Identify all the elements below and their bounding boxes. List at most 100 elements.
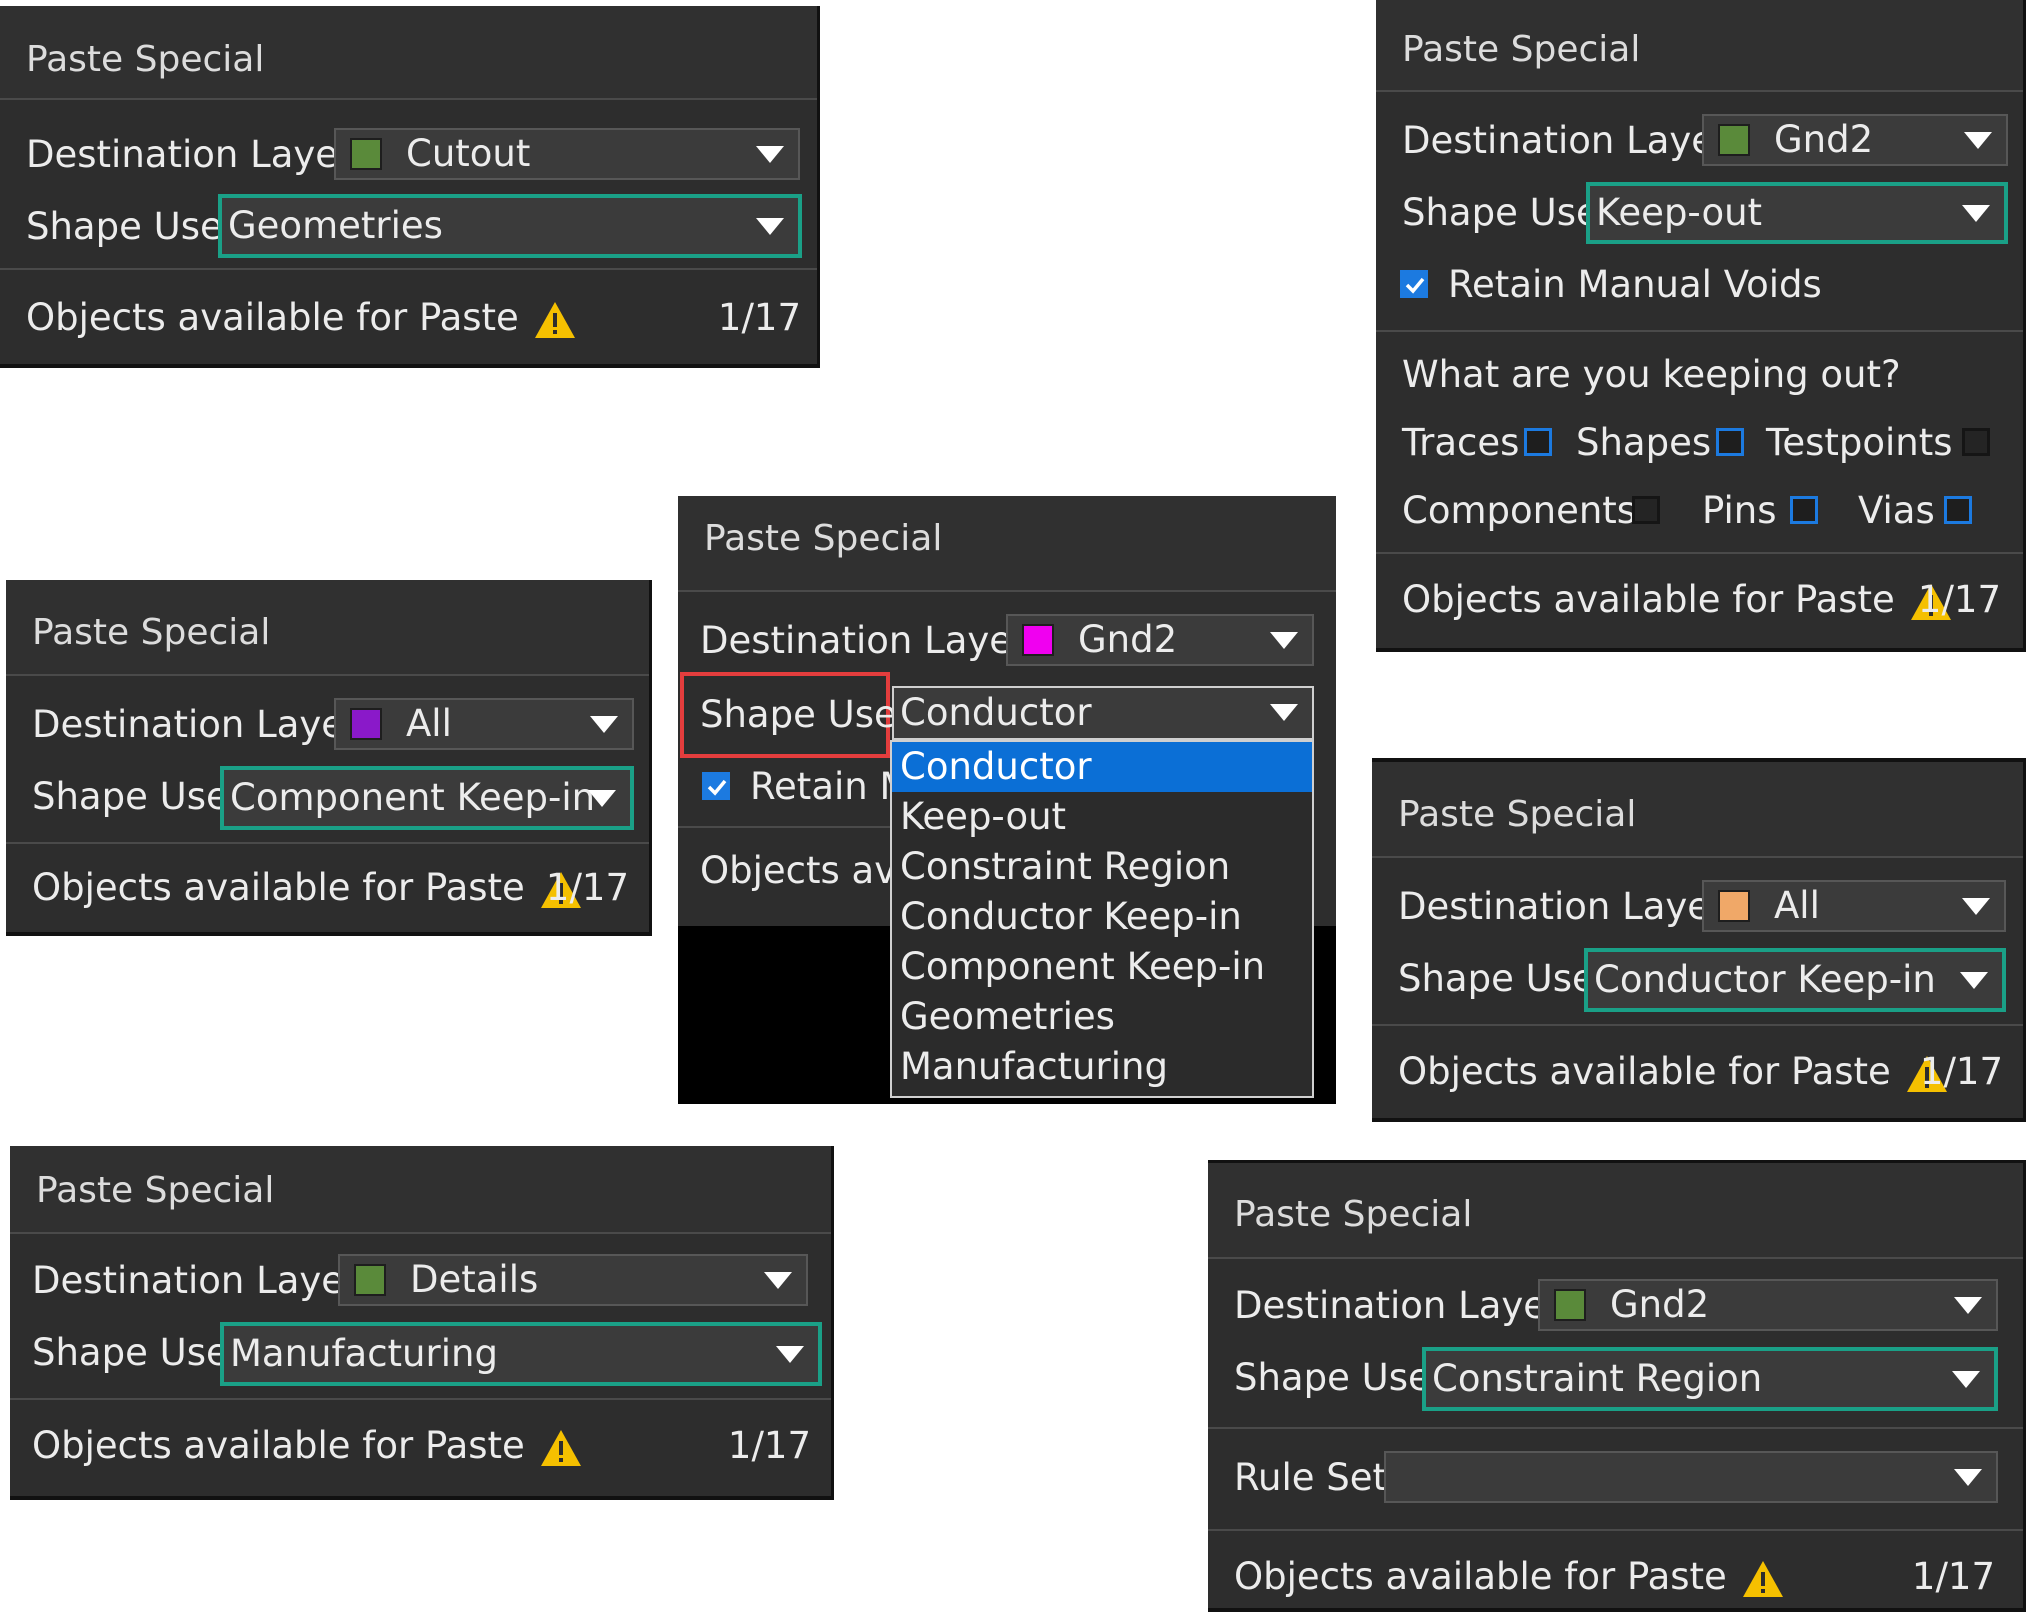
chevron-down-icon — [1954, 1469, 1982, 1486]
option-manufacturing[interactable]: Manufacturing — [892, 1042, 1312, 1092]
objects-available-text: Objects available for Paste — [1234, 1555, 1727, 1598]
traces-checkbox-box[interactable] — [1524, 428, 1552, 456]
destination-layer-value: Gnd2 — [1078, 618, 1178, 661]
shape-use-value: Conductor — [900, 691, 1092, 734]
panel-title: Paste Special — [1208, 1163, 2023, 1259]
layer-color-swatch — [350, 708, 382, 740]
shape-use-label: Shape Use — [1234, 1356, 1431, 1399]
checkmark-icon — [1405, 277, 1425, 294]
chevron-down-icon — [756, 146, 784, 163]
shapes-checkbox-box[interactable] — [1716, 428, 1744, 456]
retain-checkbox-box[interactable] — [1400, 270, 1428, 298]
checkmark-icon — [707, 779, 727, 796]
option-conductor[interactable]: Conductor — [892, 742, 1312, 792]
divider — [1376, 552, 2023, 554]
option-geometries[interactable]: Geometries — [892, 992, 1312, 1042]
shapes-label: Shapes — [1576, 421, 1712, 464]
testpoints-label: Testpoints — [1766, 421, 1953, 464]
destination-layer-select[interactable]: Gnd2 — [1702, 114, 2008, 166]
shape-use-select[interactable]: Constraint Region — [1422, 1347, 1998, 1411]
destination-layer-value: All — [406, 702, 452, 745]
shape-use-select[interactable]: Keep-out — [1586, 182, 2008, 244]
chevron-down-icon — [588, 790, 616, 807]
destination-layer-select[interactable]: Cutout — [334, 128, 800, 180]
shape-use-label: Shape Use — [26, 205, 223, 248]
destination-layer-select[interactable]: All — [1702, 880, 2006, 932]
destination-layer-value: Details — [410, 1258, 539, 1301]
destination-layer-label: Destination Layer — [1234, 1284, 1562, 1327]
retain-checkbox-box[interactable] — [702, 772, 730, 800]
objects-count: 1/17 — [717, 296, 801, 339]
rule-set-label: Rule Set — [1234, 1456, 1388, 1499]
paste-special-panel-dropdown-open: Paste Special Destination Layer Gnd2 Sha… — [678, 496, 1336, 1104]
rule-set-select[interactable] — [1384, 1451, 1998, 1503]
objects-available-label: Objects available for Paste — [1234, 1547, 1785, 1607]
shape-use-value: Keep-out — [1596, 191, 1763, 234]
objects-count: 1/17 — [1919, 1050, 2003, 1093]
chevron-down-icon — [1270, 632, 1298, 649]
components-label: Components — [1402, 489, 1637, 532]
divider — [1208, 1427, 2023, 1429]
shape-use-label-focused: Shape Use — [680, 672, 897, 758]
destination-layer-label: Destination Layer — [1402, 119, 1730, 162]
shape-use-value: Conductor Keep-in — [1594, 958, 1936, 1001]
chevron-down-icon — [1952, 1371, 1980, 1388]
paste-special-panel-conductor-keep-in: Paste Special Destination Layer All Shap… — [1372, 758, 2026, 1122]
destination-layer-label: Destination Layer — [26, 133, 354, 176]
retain-manual-voids-checkbox[interactable]: Retain M — [700, 760, 911, 812]
layer-color-swatch — [1022, 624, 1054, 656]
chevron-down-icon — [1962, 898, 1990, 915]
destination-layer-select[interactable]: Gnd2 — [1538, 1279, 1998, 1331]
shape-use-value: Geometries — [228, 204, 443, 247]
pins-label: Pins — [1702, 489, 1777, 532]
option-component-keep-in[interactable]: Component Keep-in — [892, 942, 1312, 992]
objects-available-text: Objects available for Paste — [26, 296, 519, 339]
components-checkbox-box[interactable] — [1632, 496, 1660, 524]
keeping-out-question: What are you keeping out? — [1402, 353, 1901, 396]
divider — [6, 842, 649, 844]
layer-color-swatch — [1554, 1289, 1586, 1321]
vias-checkbox-box[interactable] — [1944, 496, 1972, 524]
chevron-down-icon — [764, 1272, 792, 1289]
retain-manual-voids-label: Retain Manual Voids — [1448, 263, 1822, 306]
paste-special-panel-constraint-region: Paste Special Destination Layer Gnd2 Sha… — [1208, 1160, 2026, 1612]
destination-layer-value: All — [1774, 884, 1820, 927]
shape-use-label: Shape Use — [700, 693, 897, 736]
traces-label: Traces — [1402, 421, 1520, 464]
chevron-down-icon — [776, 1346, 804, 1363]
panel-title: Paste Special — [1376, 0, 2023, 92]
objects-count: 1/17 — [1917, 578, 2001, 621]
objects-available-label: Objects available for Paste — [1398, 1042, 1949, 1102]
panel-title: Paste Special — [678, 496, 1336, 592]
option-keep-out[interactable]: Keep-out — [892, 792, 1312, 842]
option-constraint-region[interactable]: Constraint Region — [892, 842, 1312, 892]
chevron-down-icon — [1962, 205, 1990, 222]
chevron-down-icon — [1270, 704, 1298, 721]
shape-use-select[interactable]: Conductor — [892, 686, 1314, 740]
retain-manual-voids-checkbox[interactable]: Retain Manual Voids — [1398, 258, 1998, 310]
paste-special-panel-manufacturing: Paste Special Destination Layer Details … — [10, 1146, 834, 1500]
destination-layer-select[interactable]: All — [334, 698, 634, 750]
layer-color-swatch — [354, 1264, 386, 1296]
shape-use-select[interactable]: Component Keep-in — [220, 766, 634, 830]
layer-color-swatch — [350, 138, 382, 170]
chevron-down-icon — [1954, 1297, 1982, 1314]
option-conductor-keep-in[interactable]: Conductor Keep-in — [892, 892, 1312, 942]
shape-use-select[interactable]: Conductor Keep-in — [1584, 948, 2006, 1012]
destination-layer-select[interactable]: Details — [338, 1254, 808, 1306]
objects-available-text: Objects available for Paste — [1398, 1050, 1891, 1093]
paste-special-panel-geometries: Paste Special Destination Layer Cutout S… — [0, 6, 820, 368]
objects-available-label: Objects available for Paste — [32, 1416, 583, 1476]
pins-checkbox-box[interactable] — [1790, 496, 1818, 524]
shape-use-dropdown-list[interactable]: Conductor Keep-out Constraint Region Con… — [890, 740, 1314, 1098]
shape-use-select[interactable]: Geometries — [218, 194, 802, 258]
destination-layer-select[interactable]: Gnd2 — [1006, 614, 1314, 666]
destination-layer-value: Gnd2 — [1774, 118, 1874, 161]
testpoints-checkbox-box[interactable] — [1962, 428, 1990, 456]
destination-layer-value: Cutout — [406, 132, 531, 175]
chevron-down-icon — [756, 218, 784, 235]
shape-use-select[interactable]: Manufacturing — [220, 1322, 822, 1386]
panel-title: Paste Special — [10, 1146, 831, 1234]
divider — [0, 268, 817, 270]
shape-use-label: Shape Use — [1398, 957, 1595, 1000]
